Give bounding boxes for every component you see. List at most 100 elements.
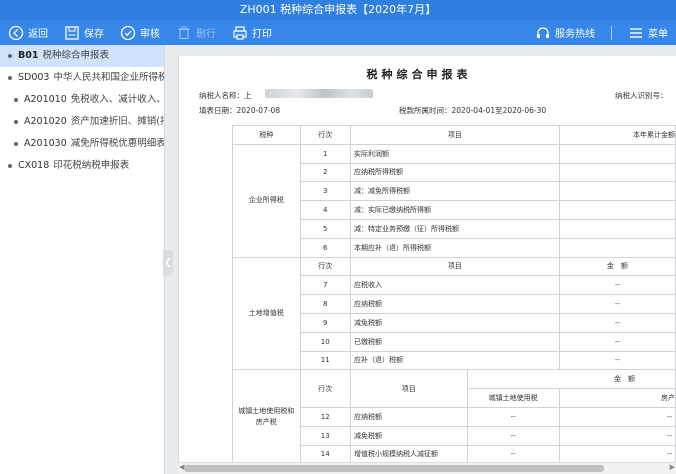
hamburger-icon <box>630 27 642 38</box>
subheader-property-tax: 房产 <box>558 388 676 408</box>
amount-cell[interactable]: -- <box>558 312 676 333</box>
scrollbar-thumb[interactable] <box>184 465 604 472</box>
bullet-icon <box>14 120 18 124</box>
sidebar-item-code: A201010 <box>24 94 67 105</box>
subheader-item: 项目 <box>349 369 468 408</box>
subheader-amount: 金 额 <box>558 256 676 277</box>
row-item: 应税收入 <box>349 275 560 296</box>
row-no: 10 <box>299 331 351 352</box>
amount-cell[interactable] <box>558 200 676 220</box>
delete-row-button[interactable]: 删行 <box>176 20 216 45</box>
row-no: 2 <box>299 162 351 183</box>
taxpayer-name: 纳税人名称：上 <box>199 90 252 101</box>
row-item: 应纳税额 <box>349 294 560 314</box>
menu-button[interactable]: 菜单 <box>628 20 668 45</box>
horizontal-scrollbar[interactable]: ◀ ▶ <box>178 462 676 474</box>
amount-cell[interactable]: -- <box>558 294 676 314</box>
toolbar: 返回 保存 审核 删行 打印 服务热线 菜单 <box>0 20 676 45</box>
sidebar-item-code: A201020 <box>24 116 67 127</box>
row-no: 11 <box>299 350 351 371</box>
sidebar-item-label: 免税收入、减计收入、 <box>70 94 164 105</box>
hotline-button[interactable]: 服务热线 <box>535 20 595 45</box>
subheader-item: 项目 <box>349 256 560 277</box>
trash-icon <box>178 26 190 39</box>
window-title: ZH001 税种综合申报表【2020年7月】 <box>0 0 676 20</box>
land-tax-cell[interactable]: -- <box>466 425 560 446</box>
row-item: 减：减免所得税额 <box>349 181 560 202</box>
sidebar-item-a201010[interactable]: A201010 免税收入、减计收入、 <box>0 89 164 111</box>
sidebar-item-sd003[interactable]: SD003 中华人民共和国企业所得税 <box>0 67 164 89</box>
print-button[interactable]: 打印 <box>232 20 272 45</box>
back-button[interactable]: 返回 <box>8 20 48 45</box>
amount-cell[interactable] <box>558 181 676 202</box>
row-item: 应纳税额 <box>349 406 468 427</box>
land-tax-cell[interactable]: -- <box>466 406 560 427</box>
amount-cell[interactable]: -- <box>558 331 676 352</box>
save-button[interactable]: 保存 <box>64 20 104 45</box>
bullet-icon <box>8 76 12 80</box>
property-tax-cell[interactable]: -- <box>558 425 676 446</box>
print-label: 打印 <box>252 29 272 40</box>
taxpayer-id-label: 纳税人识别号： <box>615 91 668 100</box>
scroll-right-icon[interactable]: ▶ <box>670 463 675 471</box>
row-no: 4 <box>299 200 351 220</box>
hotline-label: 服务热线 <box>555 29 595 40</box>
group-urban: 城镇土地使用税和房产税 <box>232 369 301 465</box>
sidebar-item-label: 减免所得税优惠明细表 <box>70 138 164 149</box>
sidebar-item-cx018[interactable]: CX018 印花税纳税申报表 <box>0 155 164 177</box>
printer-icon <box>233 25 247 40</box>
row-no: 7 <box>299 275 351 296</box>
save-icon <box>65 25 79 40</box>
review-button[interactable]: 审核 <box>120 20 160 45</box>
header-row-no: 行次 <box>299 125 351 145</box>
back-arrow-icon <box>8 25 24 40</box>
row-item: 应补（退）税额 <box>349 350 560 371</box>
save-label: 保存 <box>84 29 104 40</box>
sidebar-collapse-handle[interactable]: ❮ <box>163 250 173 276</box>
sidebar-item-label: 中华人民共和国企业所得税 <box>53 72 164 83</box>
row-item: 减：特定业务预缴（征）所得税额 <box>349 218 560 239</box>
row-no: 8 <box>299 294 351 314</box>
menu-label: 菜单 <box>648 29 668 40</box>
table-header-row: 税种 行次 项目 本年累计金额 <box>232 125 676 145</box>
group-lvat: 土地增值税 <box>232 256 301 371</box>
amount-cell[interactable]: -- <box>558 350 676 371</box>
sidebar-item-label: 资产加速折旧、摊销(扣 <box>70 116 164 127</box>
row-item: 实际利润额 <box>349 143 560 164</box>
review-label: 审核 <box>140 29 160 40</box>
row-item: 减免税额 <box>349 312 560 333</box>
amount-cell[interactable]: -- <box>558 275 676 296</box>
subheader-land-tax: 城镇土地使用税 <box>466 388 560 408</box>
amount-cell[interactable] <box>558 143 676 164</box>
row-no: 6 <box>299 237 351 258</box>
row-no: 13 <box>299 425 351 446</box>
redacted-name <box>265 89 373 98</box>
tax-period: 税款所属时间：2020-04-01至2020-06-30 <box>399 106 547 115</box>
subheader-row-no: 行次 <box>299 369 351 408</box>
table-row: 企业所得税 1 实际利润额 <box>232 143 676 258</box>
header-tax: 税种 <box>232 125 301 145</box>
bullet-icon <box>14 142 18 146</box>
sidebar-item-a201030[interactable]: A201030 减免所得税优惠明细表 <box>0 133 164 155</box>
row-item: 应纳税所得税额 <box>349 162 560 183</box>
taxpayer-name-label: 纳税人名称： <box>199 91 244 100</box>
subheader-row-no: 行次 <box>299 256 351 277</box>
table-subheader-row: 城镇土地使用税和房产税 行次 项目 金 额 <box>232 369 676 465</box>
sidebar-item-code: CX018 <box>18 160 50 171</box>
sidebar-item-a201020[interactable]: A201020 资产加速折旧、摊销(扣 <box>0 111 164 133</box>
amount-cell[interactable] <box>558 218 676 239</box>
taxpayer-name-value: 上 <box>244 91 252 100</box>
fill-date: 填表日期：2020-07-08 <box>199 106 281 115</box>
toolbar-divider <box>611 25 612 40</box>
sidebar-item-code: B01 <box>18 50 39 61</box>
subheader-amount: 金 额 <box>466 369 676 390</box>
amount-cell[interactable] <box>558 162 676 183</box>
sidebar-item-label: 税种综合申报表 <box>42 50 109 61</box>
row-no: 3 <box>299 181 351 202</box>
row-item: 本期应补（退）所得税额 <box>349 237 560 258</box>
bullet-icon <box>8 54 12 58</box>
amount-cell[interactable] <box>558 237 676 258</box>
sidebar-item-b01[interactable]: B01 税种综合申报表 <box>0 45 164 67</box>
property-tax-cell[interactable]: -- <box>558 406 676 427</box>
chevron-left-icon: ❮ <box>164 258 172 268</box>
